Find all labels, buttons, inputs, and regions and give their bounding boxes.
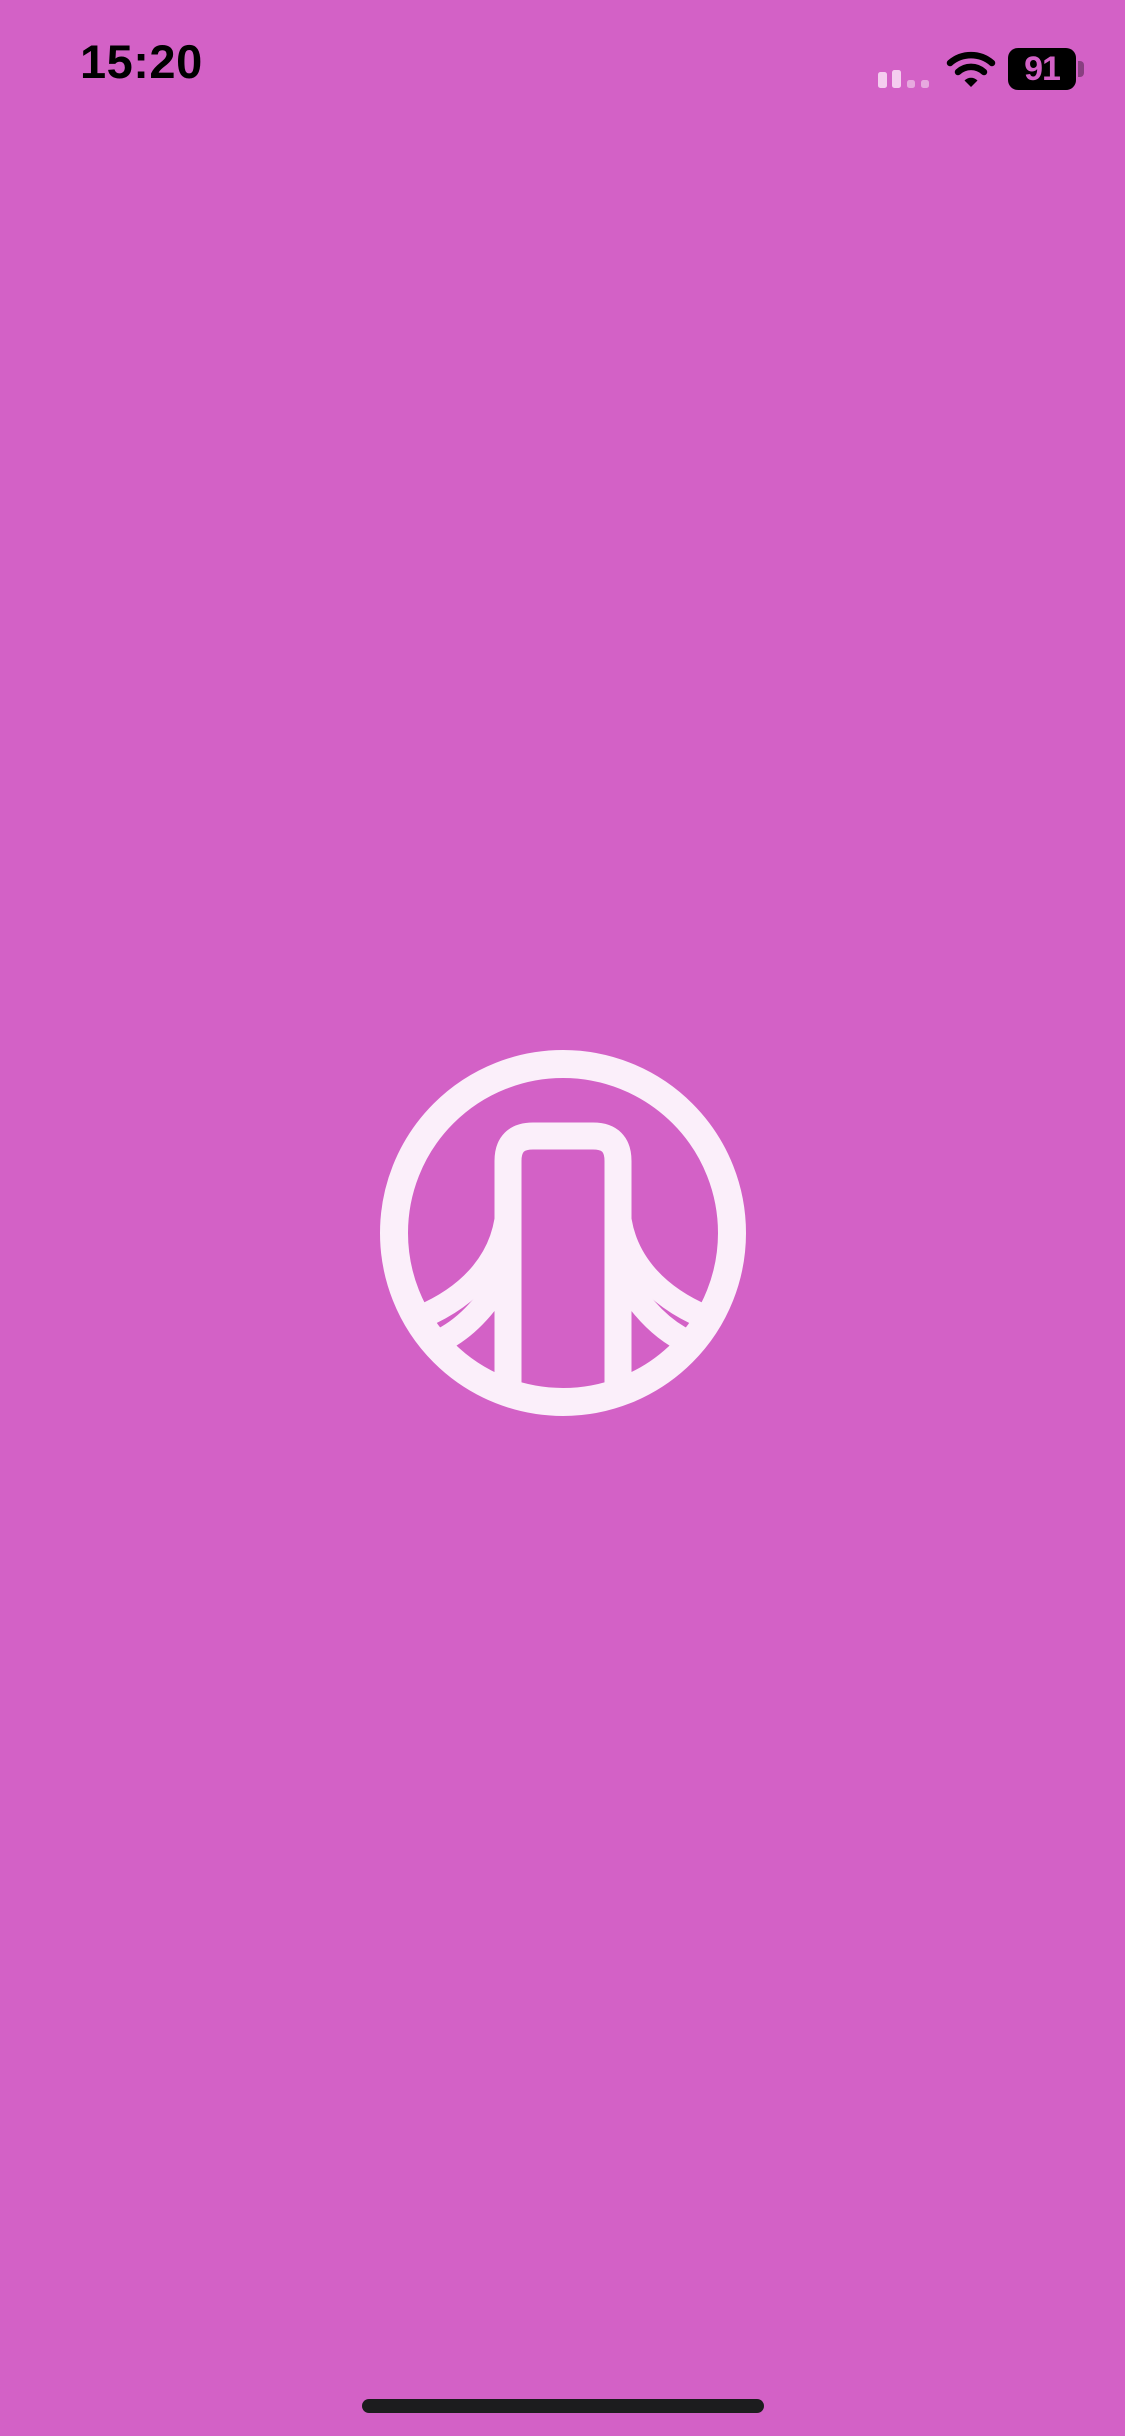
logo-tower-gap xyxy=(534,1161,592,1380)
battery-body: 91 xyxy=(1008,48,1076,90)
battery-level: 91 xyxy=(1024,50,1061,88)
status-bar: 15:20 91 xyxy=(0,0,1125,140)
battery-icon: 91 xyxy=(1008,48,1084,90)
splash-screen: 15:20 91 xyxy=(0,0,1125,2436)
bridge-circle-logo-icon xyxy=(380,1050,746,1416)
logo-tower xyxy=(494,1122,632,1390)
battery-cap xyxy=(1078,61,1084,77)
signal-bar-3 xyxy=(907,80,915,88)
signal-bar-1 xyxy=(878,72,887,88)
wifi-icon xyxy=(946,51,996,87)
signal-bar-2 xyxy=(892,70,901,88)
signal-bar-4 xyxy=(921,80,929,88)
home-indicator[interactable] xyxy=(362,2399,764,2413)
status-time: 15:20 xyxy=(80,35,203,88)
cellular-signal-icon xyxy=(878,70,929,88)
